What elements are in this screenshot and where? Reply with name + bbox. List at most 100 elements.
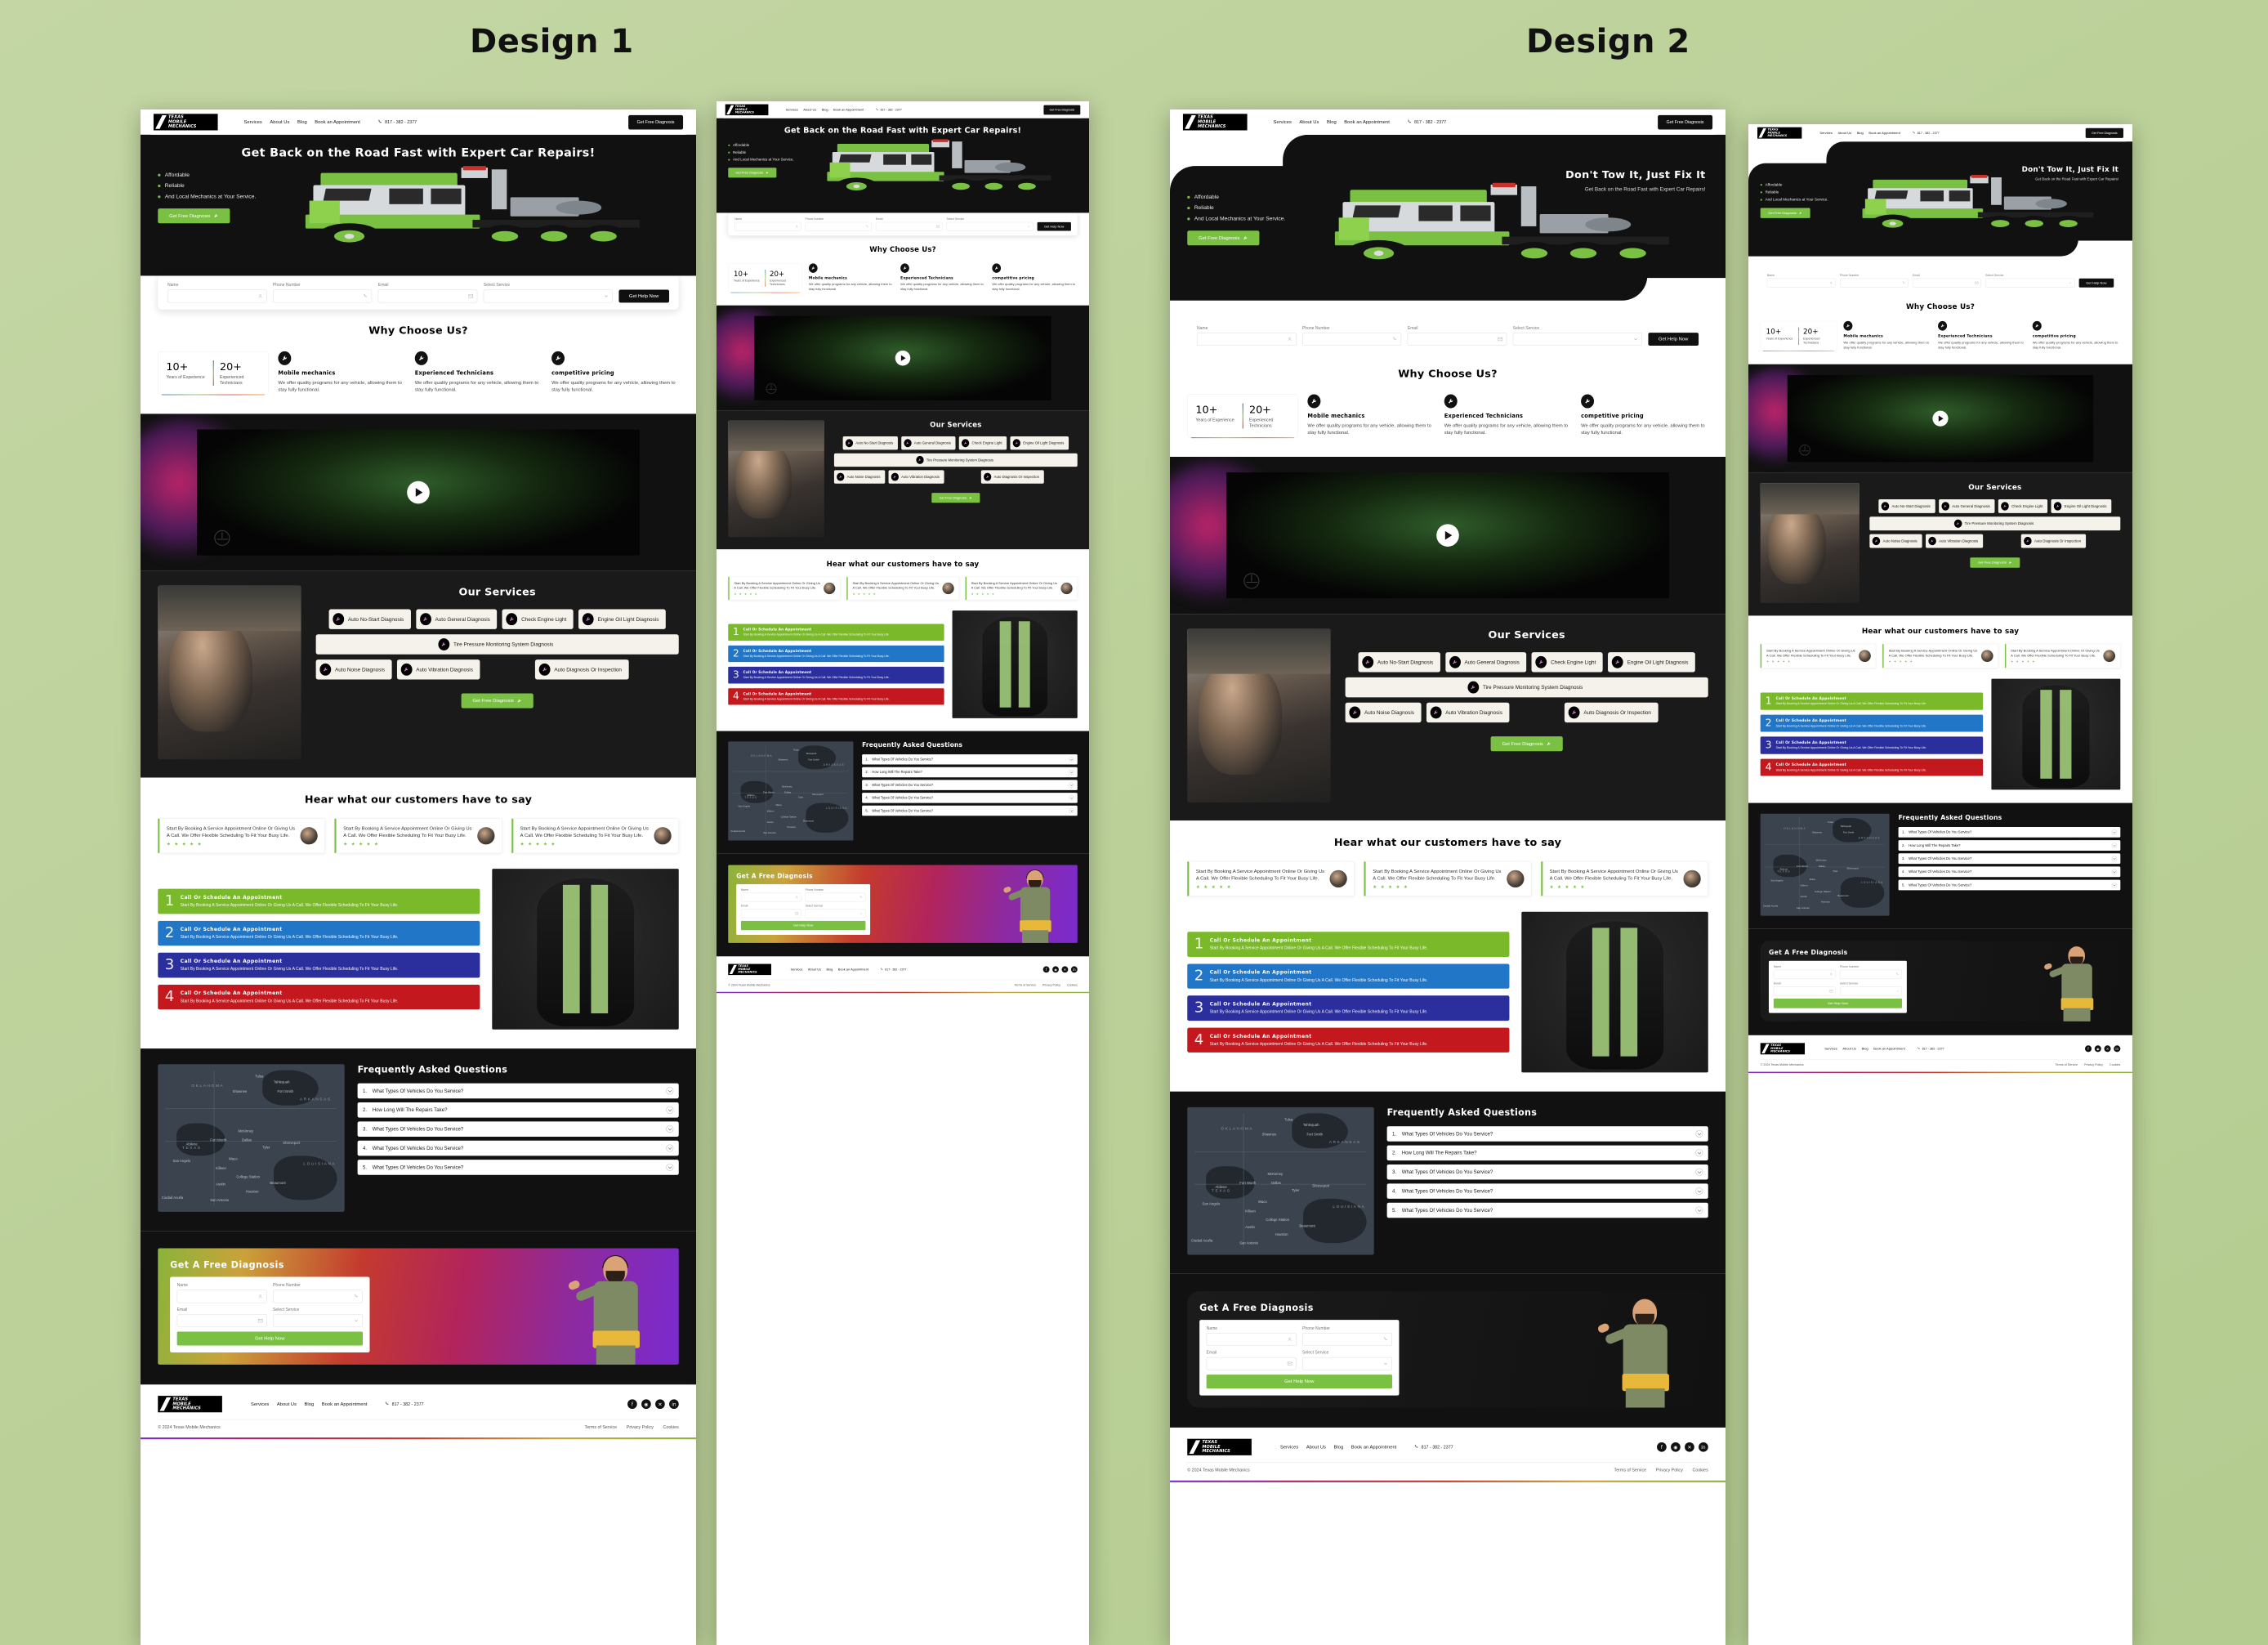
services-cta-button[interactable]: Get Free Diagnosis [1490, 736, 1563, 752]
cta-field-email[interactable]: Email [740, 905, 801, 919]
field-service[interactable]: Select Service [946, 217, 1034, 231]
name-input[interactable] [167, 289, 267, 303]
faq-item[interactable]: 2. How Long Will The Repairs Take? [1898, 840, 2121, 851]
footer-phone[interactable]: 817 - 382 - 2377 [880, 968, 906, 971]
field-phone[interactable]: Phone Number [272, 283, 373, 303]
play-button-icon[interactable] [895, 350, 911, 366]
chevron-down-icon[interactable] [666, 1144, 674, 1152]
phone-input[interactable] [272, 289, 373, 303]
email-input[interactable] [176, 1314, 267, 1328]
footer-link-services[interactable]: Services [1824, 1047, 1837, 1050]
hero-cta-button[interactable]: Get Free Diagnosis [158, 208, 230, 224]
design-1-large-preview[interactable]: TEXAS MOBILE MECHANICS Services About Us… [141, 110, 696, 1645]
name-input[interactable] [1766, 278, 1836, 288]
cta-field-name[interactable]: Name [176, 1283, 267, 1303]
service-chip[interactable]: Auto No-Start Diagnosis [1878, 498, 1935, 513]
service-chip[interactable]: Auto Noise Diagnosis [1869, 534, 1922, 548]
nav-link-appointment[interactable]: Book an Appointment [315, 119, 360, 124]
footer-link-blog[interactable]: Blog [1334, 1445, 1344, 1450]
name-input[interactable] [734, 221, 801, 231]
faq-item[interactable]: 5. What Types Of Vehicles Do You Service? [357, 1160, 679, 1175]
nav-link-about[interactable]: About Us [1299, 119, 1319, 124]
video-player[interactable] [1787, 374, 2094, 463]
cta-field-email[interactable]: Email [1206, 1350, 1297, 1370]
chevron-down-icon[interactable] [1695, 1149, 1703, 1157]
phone-input[interactable] [1301, 333, 1402, 346]
service-select[interactable] [1302, 1357, 1392, 1370]
service-chip[interactable]: Auto Diagnosis Or Inspection [2020, 534, 2086, 548]
email-input[interactable] [1773, 986, 1836, 996]
faq-item[interactable]: 4. What Types Of Vehicles Do You Service? [862, 793, 1078, 803]
chevron-down-icon[interactable] [1069, 782, 1074, 788]
email-input[interactable] [876, 221, 943, 231]
nav-link-appointment[interactable]: Book an Appointment [833, 108, 864, 111]
instagram-icon[interactable]: ◉ [2094, 1045, 2101, 1053]
service-chip[interactable]: Auto Noise Diagnosis [315, 659, 392, 680]
services-cta-button[interactable]: Get Free Diagnosis [1970, 557, 2020, 568]
facebook-icon[interactable]: f [1042, 966, 1050, 973]
nav-cta-button[interactable]: Get Free Diagnosis [1043, 105, 1081, 115]
cookies-link[interactable]: Cookies [1067, 983, 1078, 986]
footer-link-about[interactable]: About Us [277, 1401, 297, 1406]
email-input[interactable] [377, 289, 478, 303]
footer-link-appointment[interactable]: Book an Appointment [838, 968, 868, 971]
service-chip[interactable]: Engine Oil Light Diagnosis [2051, 498, 2112, 513]
phone-input[interactable] [805, 892, 866, 902]
play-button-icon[interactable] [1932, 410, 1949, 427]
cta-form[interactable]: Name Phone Number Email Select Service G… [1768, 960, 1907, 1013]
cta-submit-button[interactable]: Get Help Now [1773, 998, 1902, 1008]
nav-link-services[interactable]: Services [1819, 131, 1832, 134]
faq-item[interactable]: 3. What Types Of Vehicles Do You Service? [862, 780, 1078, 790]
faq-item[interactable]: 4. What Types Of Vehicles Do You Service? [1386, 1183, 1708, 1199]
logo[interactable]: TEXAS MOBILE MECHANICS [1757, 127, 1802, 139]
linkedin-icon[interactable]: in [1070, 966, 1078, 973]
x-icon[interactable]: ✕ [655, 1399, 665, 1410]
service-area-map[interactable]: OKLAHOMA TEXAS ARKANSAS LOUISIANA Tulsa … [728, 741, 854, 841]
faq-item[interactable]: 1. What Types Of Vehicles Do You Service? [1898, 826, 2121, 838]
lead-form-submit[interactable]: Get Help Now [1037, 221, 1071, 231]
name-input[interactable] [1206, 1333, 1297, 1346]
field-email[interactable]: Email [1407, 326, 1507, 346]
footer-link-services[interactable]: Services [1280, 1445, 1298, 1450]
nav-link-blog[interactable]: Blog [822, 108, 828, 111]
service-chip[interactable]: Auto Noise Diagnosis [1345, 702, 1422, 723]
footer-link-appointment[interactable]: Book an Appointment [1873, 1047, 1904, 1050]
play-button-icon[interactable] [407, 481, 430, 504]
service-chip[interactable]: Auto General Diagnosis [901, 436, 956, 450]
instagram-icon[interactable]: ◉ [641, 1399, 651, 1410]
footer-logo[interactable]: TEXAS MOBILE MECHANICS [1187, 1438, 1252, 1455]
cta-field-service[interactable]: Select Service [1302, 1350, 1392, 1370]
footer-link-about[interactable]: About Us [1306, 1445, 1326, 1450]
privacy-link[interactable]: Privacy Policy [627, 1425, 654, 1430]
cta-submit-button[interactable]: Get Help Now [740, 920, 866, 931]
service-chip[interactable]: Auto Vibration Diagnosis [888, 470, 944, 484]
nav-cta-button[interactable]: Get Free Diagnosis [2085, 127, 2123, 138]
nav-phone[interactable]: 817 - 382 - 2377 [377, 119, 417, 124]
field-email[interactable]: Email [377, 283, 478, 303]
service-chip[interactable]: Tire Pressure Monitoring System Diagnosi… [833, 453, 1078, 467]
chevron-down-icon[interactable] [1695, 1187, 1703, 1196]
footer-link-blog[interactable]: Blog [305, 1401, 315, 1406]
design-2-large-preview[interactable]: TEXAS MOBILE MECHANICS Services About Us… [1170, 110, 1726, 1645]
field-name[interactable]: Name [167, 283, 267, 303]
linkedin-icon[interactable]: in [2114, 1045, 2121, 1053]
logo[interactable]: TEXAS MOBILE MECHANICS [725, 104, 769, 116]
faq-item[interactable]: 2. How Long Will The Repairs Take? [862, 767, 1078, 778]
footer-phone[interactable]: 817 - 382 - 2377 [1917, 1047, 1944, 1050]
design-1-thumbnail-preview[interactable]: TEXAS MOBILE MECHANICS Services About Us… [717, 101, 1089, 1645]
nav-phone[interactable]: 817 - 382 - 2377 [876, 108, 902, 111]
x-icon[interactable]: ✕ [2104, 1045, 2111, 1053]
service-chip[interactable]: Auto No-Start Diagnosis [1358, 652, 1440, 673]
cta-field-name[interactable]: Name [1206, 1326, 1297, 1346]
phone-input[interactable] [1302, 1333, 1392, 1346]
service-chip[interactable]: Engine Oil Light Diagnosis [578, 609, 666, 629]
faq-item[interactable]: 3. What Types Of Vehicles Do You Service? [1386, 1164, 1708, 1180]
cta-field-phone[interactable]: Phone Number [805, 888, 866, 902]
cta-field-phone[interactable]: Phone Number [1302, 1326, 1392, 1346]
service-select[interactable] [805, 909, 866, 919]
privacy-link[interactable]: Privacy Policy [2084, 1063, 2103, 1066]
nav-link-services[interactable]: Services [786, 108, 798, 111]
phone-input[interactable] [273, 1290, 363, 1303]
hero-cta-button[interactable]: Get Free Diagnosis [1760, 208, 1810, 218]
footer-link-about[interactable]: About Us [1842, 1047, 1856, 1050]
